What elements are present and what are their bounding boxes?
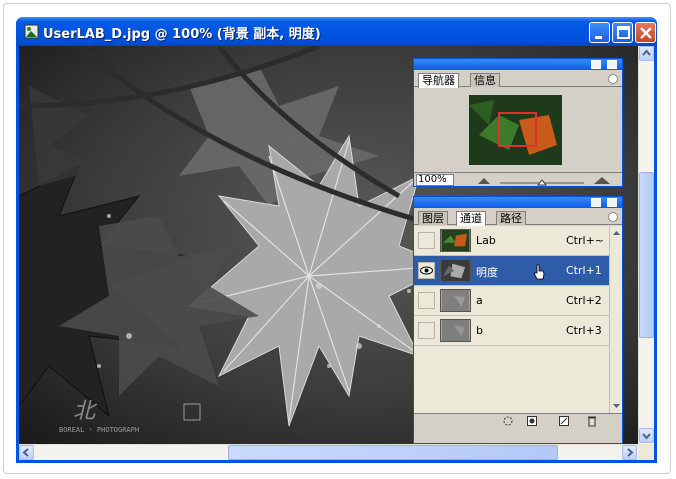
window-title: UserLAB_D.jpg @ 100% (背景 副本, 明度) (43, 27, 321, 42)
vertical-scrollbar[interactable] (638, 46, 654, 444)
navigator-preview-area (414, 88, 622, 172)
palette-menu-icon[interactable] (608, 74, 618, 84)
horizontal-scroll-thumb[interactable] (228, 445, 558, 460)
palette-menu-icon[interactable] (608, 212, 618, 222)
visibility-toggle[interactable] (418, 322, 435, 339)
zoom-out-icon (478, 178, 490, 184)
horizontal-scrollbar[interactable] (19, 444, 638, 460)
minimize-icon (595, 36, 602, 39)
title-bar[interactable]: UserLAB_D.jpg @ 100% (背景 副本, 明度) (16, 17, 657, 46)
channel-row-a[interactable]: a Ctrl+2 (414, 286, 609, 316)
palette-minimize-button[interactable] (591, 198, 601, 207)
maximize-icon (617, 26, 630, 39)
channel-thumbnail-lab (440, 229, 471, 252)
image-canvas[interactable]: 北 BOREAL · PHOTOGRAPH 导航器 信息 100% 图层 通道 … (19, 46, 638, 444)
channel-shortcut: Ctrl+~ (566, 234, 605, 247)
visibility-toggle[interactable] (418, 292, 435, 309)
channel-thumbnail-lightness (440, 259, 471, 282)
hand-cursor-icon (533, 264, 545, 280)
channel-name: b (476, 324, 483, 337)
palette-close-button[interactable] (607, 60, 617, 69)
channel-name: Lab (476, 234, 496, 247)
navigator-palette-titlebar[interactable] (414, 59, 622, 70)
channels-palette: 图层 通道 路径 Lab Ctrl+~ 明度 Ctrl+1 a Ctrl+2 b… (413, 196, 623, 444)
tab-layers[interactable]: 图层 (418, 211, 448, 225)
palette-minimize-button[interactable] (591, 60, 601, 69)
window-client: 北 BOREAL · PHOTOGRAPH 导航器 信息 100% 图层 通道 … (19, 46, 654, 460)
scrollbar-arrows (613, 231, 620, 408)
tab-navigator[interactable]: 导航器 (418, 73, 459, 88)
navigator-zoom-bar: 100% (414, 172, 622, 186)
eye-icon (420, 266, 433, 275)
palette-close-button[interactable] (607, 198, 617, 207)
scroll-right-button[interactable] (622, 445, 637, 460)
channel-list: Lab Ctrl+~ 明度 Ctrl+1 a Ctrl+2 b Ctrl+3 (414, 226, 609, 413)
channel-list-scrollbar[interactable] (609, 226, 622, 413)
channel-name: 明度 (476, 266, 498, 279)
photoshop-document-icon (24, 24, 39, 39)
channels-palette-titlebar[interactable] (414, 197, 622, 208)
channel-shortcut: Ctrl+2 (566, 294, 602, 307)
arrow-left-icon (22, 448, 29, 457)
tab-paths[interactable]: 路径 (496, 211, 526, 225)
channel-thumbnail-b (440, 319, 471, 342)
channel-shortcut: Ctrl+3 (566, 324, 602, 337)
maximize-button[interactable] (612, 22, 633, 43)
load-selection-icon[interactable] (502, 415, 514, 427)
navigator-tabs: 导航器 信息 (414, 70, 622, 88)
close-button[interactable] (635, 22, 656, 43)
tab-channels[interactable]: 通道 (456, 211, 486, 226)
channels-footer (414, 413, 622, 427)
channel-row-lab[interactable]: Lab Ctrl+~ (414, 226, 609, 256)
scroll-left-button[interactable] (19, 445, 34, 460)
scrollbar-corner (638, 444, 654, 460)
scroll-up-button[interactable] (639, 46, 654, 61)
tab-info[interactable]: 信息 (470, 73, 500, 87)
visibility-toggle[interactable] (418, 262, 435, 279)
zoom-field[interactable]: 100% (416, 174, 454, 186)
navigator-palette: 导航器 信息 100% (413, 58, 623, 187)
arrow-right-icon (627, 448, 634, 457)
zoom-slider[interactable] (476, 175, 616, 186)
close-icon (640, 27, 652, 39)
minimize-button[interactable] (589, 22, 610, 43)
channel-row-lightness[interactable]: 明度 Ctrl+1 (414, 256, 609, 286)
channel-shortcut: Ctrl+1 (566, 264, 602, 277)
zoom-in-icon (594, 177, 610, 184)
save-selection-icon[interactable] (526, 415, 538, 427)
channel-thumbnail-a (440, 289, 471, 312)
visibility-toggle[interactable] (418, 232, 435, 249)
channels-tabs: 图层 通道 路径 (414, 208, 622, 226)
scroll-down-button[interactable] (639, 428, 654, 443)
document-window: UserLAB_D.jpg @ 100% (背景 副本, 明度) 北 BOREA… (16, 17, 657, 463)
trash-icon[interactable] (586, 415, 598, 427)
arrow-up-icon (642, 49, 651, 56)
channel-name: a (476, 294, 483, 307)
navigator-thumbnail[interactable] (469, 95, 562, 165)
channel-row-b[interactable]: b Ctrl+3 (414, 316, 609, 346)
vertical-scroll-thumb[interactable] (639, 172, 654, 338)
svg-text:BOREAL · PHOTOGRAPH: BOREAL · PHOTOGRAPH (59, 426, 139, 434)
arrow-down-icon (642, 433, 651, 440)
svg-text:北: 北 (73, 399, 98, 424)
new-channel-icon[interactable] (558, 415, 570, 427)
